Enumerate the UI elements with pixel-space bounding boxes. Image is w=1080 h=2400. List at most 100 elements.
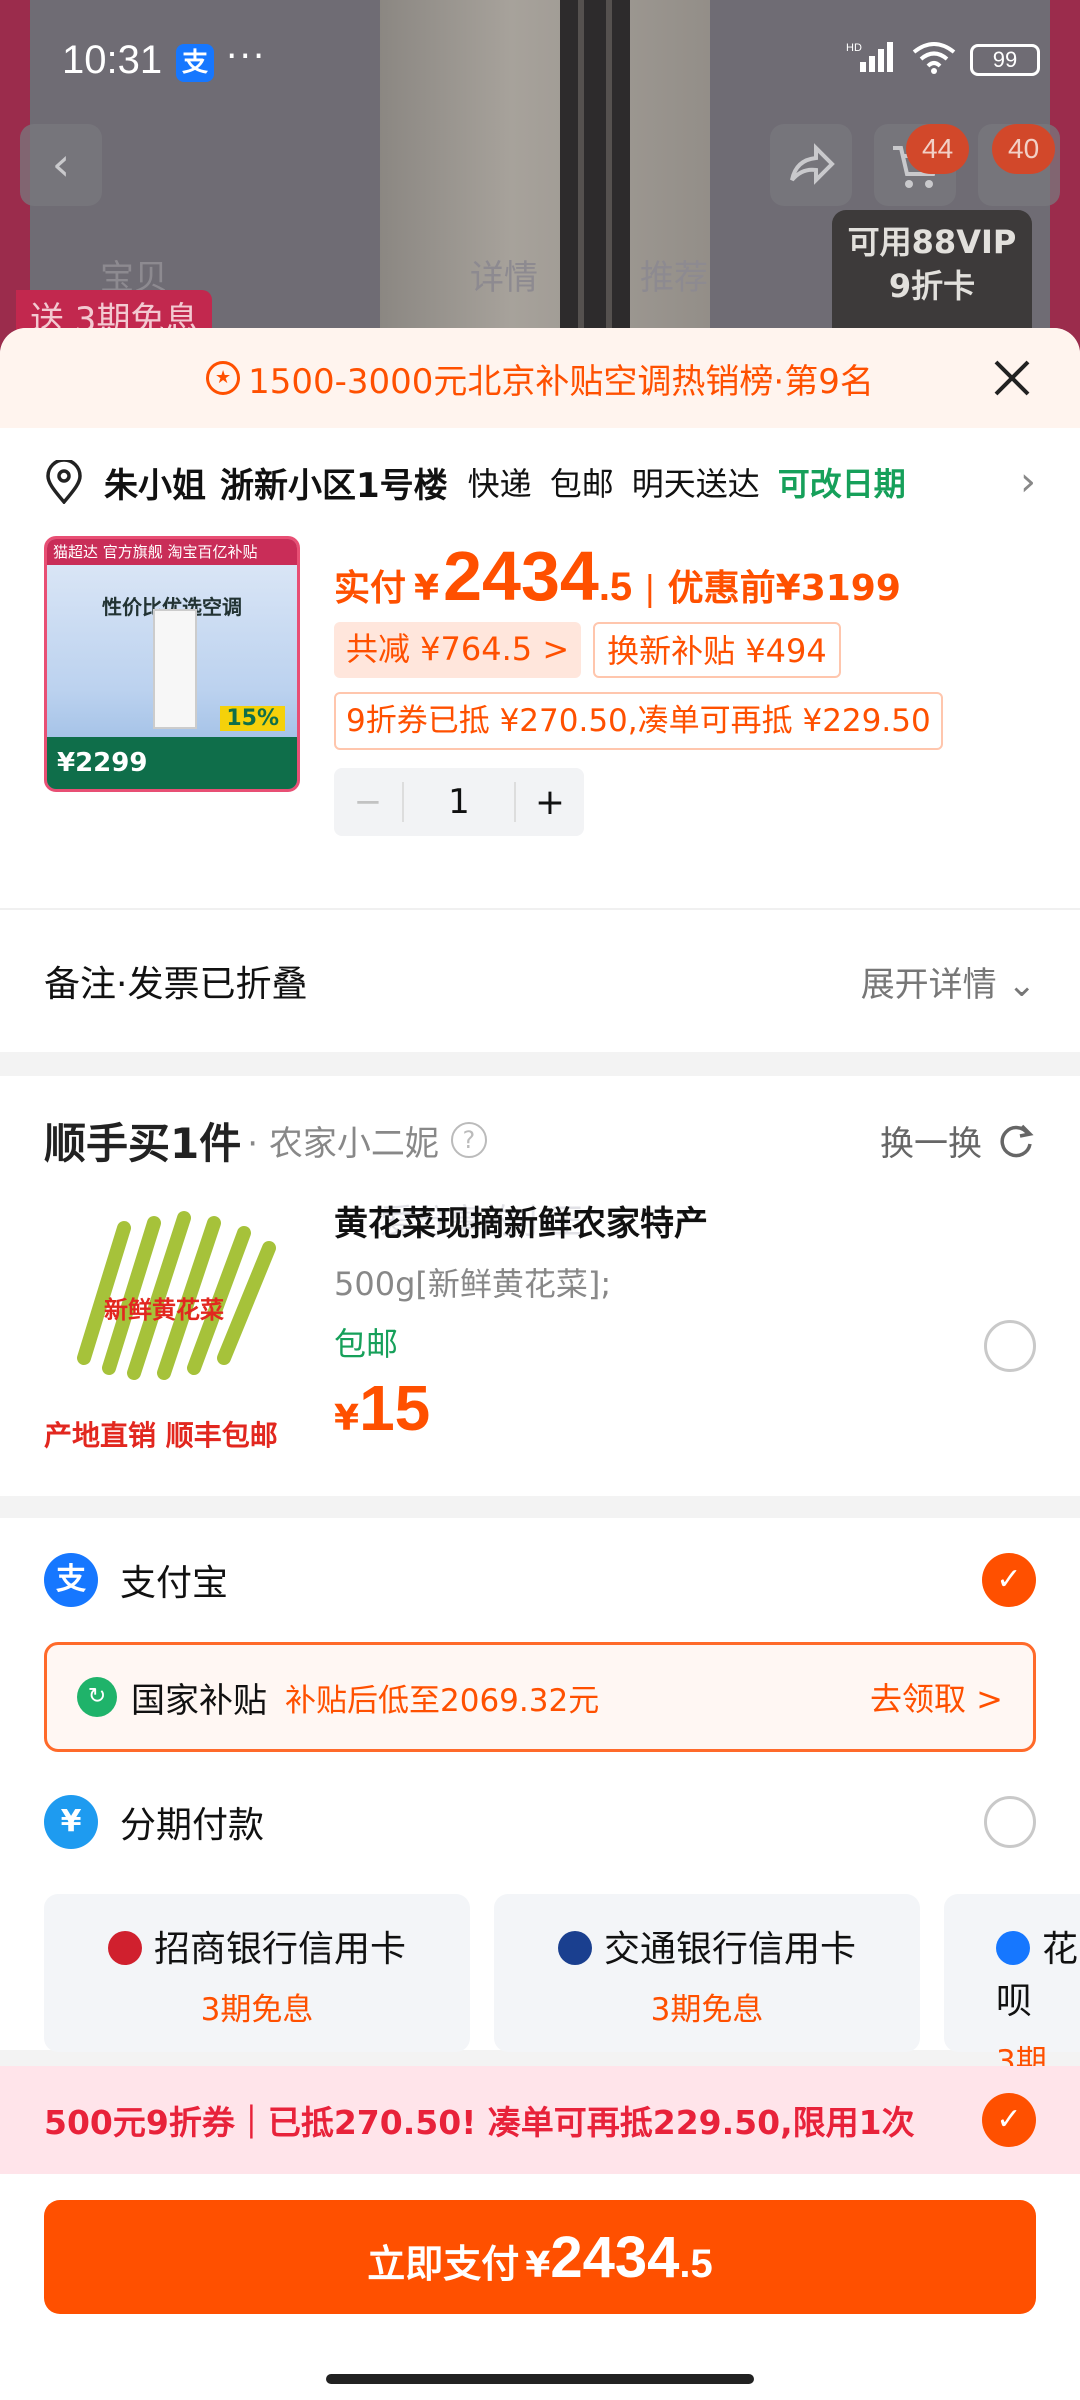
back-button[interactable]: ‹	[20, 124, 102, 206]
bocom-logo-icon	[557, 1931, 592, 1965]
battery-indicator: 99	[970, 44, 1040, 76]
close-icon[interactable]	[984, 350, 1040, 406]
bank-option-bocom[interactable]: 交通银行信用卡 3期免息	[494, 1894, 920, 2052]
installment-radio[interactable]	[984, 1796, 1036, 1848]
more-notifications-icon: ···	[226, 36, 267, 77]
increase-button[interactable]: +	[516, 782, 584, 823]
cart-count-badge: 44	[906, 124, 970, 174]
bank-option-cmb[interactable]: 招商银行信用卡 3期免息	[44, 1894, 470, 2052]
add-on-title: 黄花菜现摘新鲜农家特产	[334, 1204, 708, 1244]
order-card: 朱小姐 浙新小区1号楼 快递 包邮 明天送达 可改日期 › 猫超达 官方旗舰 淘…	[0, 428, 1080, 908]
bank-name: 交通银行信用卡	[494, 1920, 920, 1972]
installment-icon: ¥	[44, 1795, 98, 1849]
share-icon	[790, 143, 835, 185]
status-icons: HD 99	[846, 40, 1040, 80]
product-row: 猫超达 官方旗舰 淘宝百亿补贴 性价比优选空调 15% ¥2299 实付 ¥ 2…	[0, 536, 1080, 908]
currency: ¥	[525, 2245, 551, 2286]
bank-name: 花呗	[996, 1929, 1079, 2022]
bank-plan: 3期免息	[650, 1992, 764, 2028]
add-on-header: 顺手买1件 · 农家小二妮 ? 换一换	[0, 1076, 1080, 1176]
medal-icon: ★	[206, 361, 241, 395]
location-pin-icon	[46, 460, 82, 504]
bank-options: 招商银行信用卡 3期免息 交通银行信用卡 3期免息 花呗 3期	[0, 1894, 1080, 2080]
remark-label: 备注·发票已折叠	[44, 964, 308, 1005]
share-button[interactable]	[770, 124, 852, 206]
price-integer: 2434	[443, 537, 599, 615]
quantity-value[interactable]: 1	[402, 782, 516, 822]
swap-button[interactable]: 换一换	[880, 1116, 982, 1165]
shipping-method: 快递	[467, 465, 532, 503]
before-price: ¥3199	[775, 568, 901, 609]
payment-section: 支 支付宝 ✓ ↻ 国家补贴 补贴后低至2069.32元 去领取 > ¥ 分期付…	[0, 1518, 1080, 2080]
discount-tags: 共减 ¥764.5 > 换新补贴 ¥494	[334, 622, 1036, 678]
message-count-badge: 40	[992, 124, 1056, 174]
pay-integer: 2434	[550, 2225, 680, 2290]
bank-name: 招商银行信用卡	[44, 1920, 470, 1972]
installment-option[interactable]: ¥ 分期付款	[0, 1760, 1080, 1884]
status-time: 10:31	[62, 38, 163, 82]
product-info: 实付 ¥ 2434 .5 | 优惠前 ¥3199 共减 ¥764.5 > 换新补…	[334, 536, 1036, 836]
decrease-button[interactable]: −	[334, 782, 402, 822]
national-subsidy-banner[interactable]: ↻ 国家补贴 补贴后低至2069.32元 去领取 >	[44, 1642, 1036, 1752]
chevron-right-icon: ›	[1020, 459, 1036, 505]
delivery-eta: 明天送达	[631, 465, 760, 503]
trade-in-subsidy-tag: 换新补贴 ¥494	[593, 622, 841, 678]
free-shipping: 包邮	[549, 465, 614, 503]
alipay-option[interactable]: 支 支付宝 ✓	[0, 1518, 1080, 1642]
price-value: 15	[359, 1372, 431, 1444]
image-caption: 产地直销 顺丰包邮	[44, 1419, 278, 1452]
remark-invoice-row[interactable]: 备注·发票已折叠 展开详情 ⌄	[0, 908, 1080, 1052]
total-discount-tag[interactable]: 共减 ¥764.5 >	[334, 622, 582, 678]
alipay-label: 支付宝	[120, 1563, 229, 1604]
quantity-stepper: − 1 +	[334, 768, 584, 836]
add-on-product-image[interactable]: 新鲜黄花菜 产地直销 顺丰包邮	[44, 1198, 302, 1454]
checkmark-icon[interactable]: ✓	[982, 2093, 1036, 2147]
thumb-banner: 猫超达 官方旗舰 淘宝百亿补贴	[47, 539, 297, 565]
claim-subsidy-link[interactable]: 去领取 >	[870, 1674, 1003, 1720]
subsidy-icon: ↻	[77, 1677, 117, 1717]
ranking-text: 1500-3000元北京补贴空调热销榜·第9名	[248, 361, 874, 402]
pay-now-button[interactable]: 立即支付 ¥ 2434 .5	[44, 2200, 1036, 2314]
pay-now-label: 立即支付	[367, 2242, 520, 2286]
address-detail: 浙新小区1号楼	[220, 465, 448, 506]
refresh-icon[interactable]	[996, 1120, 1036, 1160]
vip-line: 9折卡	[888, 267, 976, 305]
add-on-spec: 500g[新鲜黄花菜];	[334, 1265, 612, 1303]
chevron-left-icon: ‹	[51, 137, 71, 191]
chevron-down-icon: ⌄	[1007, 964, 1037, 1005]
signal-icon: HD	[846, 40, 898, 80]
alipay-notification-icon: 支	[176, 44, 214, 82]
coupon-strip-text: 500元9折券｜已抵270.50! 凑单可再抵229.50,限用1次	[44, 2103, 915, 2142]
cmb-logo-icon	[107, 1931, 142, 1965]
add-on-shipping: 包邮	[334, 1325, 399, 1363]
ghost-tab: 推荐	[640, 258, 708, 298]
image-label: 新鲜黄花菜	[104, 1296, 224, 1324]
huabei-logo-icon	[996, 1931, 1030, 1965]
ghost-tab: 详情	[470, 258, 538, 298]
expand-details[interactable]: 展开详情 ⌄	[861, 957, 1036, 1006]
currency: ¥	[414, 568, 440, 609]
home-indicator[interactable]	[326, 2374, 754, 2384]
help-icon[interactable]: ?	[450, 1122, 487, 1158]
bank-plan: 3期免息	[200, 1992, 314, 2028]
vip-card: 可用88VIP 9折卡	[832, 210, 1032, 340]
add-on-price: ¥15	[334, 1371, 708, 1445]
checkmark-icon[interactable]: ✓	[982, 1553, 1036, 1607]
product-thumbnail[interactable]: 猫超达 官方旗舰 淘宝百亿补贴 性价比优选空调 15% ¥2299	[44, 536, 300, 792]
coupon-strip[interactable]: 500元9折券｜已抵270.50! 凑单可再抵229.50,限用1次 ✓	[0, 2066, 1080, 2174]
pay-label: 实付	[334, 568, 407, 609]
change-date-link[interactable]: 可改日期	[778, 459, 906, 505]
price-line: 实付 ¥ 2434 .5 | 优惠前 ¥3199	[334, 536, 1036, 615]
ranking-banner[interactable]: ★ 1500-3000元北京补贴空调热销榜·第9名	[0, 328, 1080, 428]
vip-line: 可用88VIP	[847, 223, 1017, 261]
bank-option-huabei[interactable]: 花呗 3期	[944, 1894, 1080, 2080]
address-row[interactable]: 朱小姐 浙新小区1号楼 快递 包邮 明天送达 可改日期 ›	[0, 428, 1080, 536]
add-on-select-radio[interactable]	[984, 1320, 1036, 1372]
thumb-ac-image	[153, 609, 197, 729]
thumb-percent: 15%	[220, 706, 285, 731]
svg-text:HD: HD	[846, 42, 862, 54]
alipay-icon: 支	[44, 1553, 98, 1607]
wifi-icon	[912, 40, 956, 80]
add-on-brand: 顺手买1件	[44, 1118, 242, 1168]
currency: ¥	[334, 1398, 360, 1439]
